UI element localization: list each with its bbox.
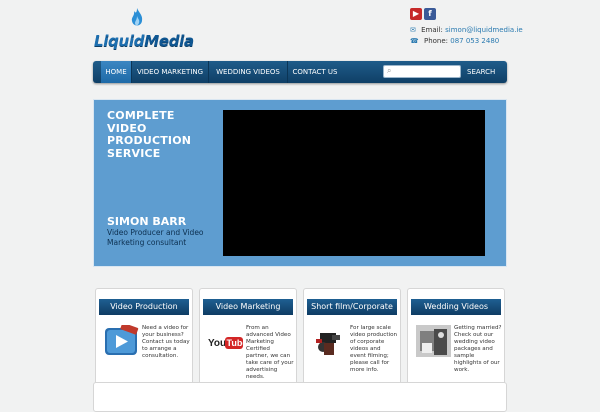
- phone-label: Phone:: [423, 37, 449, 45]
- card-description: For large scale video production of corp…: [350, 325, 398, 373]
- phone-icon: ☎: [410, 37, 419, 45]
- hero-banner: COMPLETE VIDEO PRODUCTION SERVICE SIMON …: [93, 99, 507, 267]
- card-title[interactable]: Video Marketing: [203, 299, 293, 315]
- search-button[interactable]: SEARCH: [467, 61, 495, 83]
- card-title[interactable]: Short film/Corporate: [307, 299, 397, 315]
- card-description: Need a video for your business? Contact …: [142, 325, 190, 359]
- search-icon: ⌕: [387, 66, 392, 75]
- card-title[interactable]: Wedding Videos: [411, 299, 501, 315]
- phone-value: 087 053 2480: [450, 37, 500, 45]
- phone-line: ☎ Phone: 087 053 2480: [410, 37, 499, 45]
- nav-video-marketing[interactable]: VIDEO MARKETING: [132, 61, 209, 83]
- main-nav: HOME VIDEO MARKETING WEDDING VIDEOS CONT…: [93, 61, 507, 83]
- youtube-icon[interactable]: ▶: [410, 8, 422, 20]
- video-player[interactable]: [223, 110, 485, 256]
- content-panel: [93, 382, 507, 412]
- email-link[interactable]: simon@liquidmedia.ie: [445, 26, 523, 34]
- hero-name: SIMON BARR: [107, 215, 187, 228]
- facebook-icon[interactable]: f: [424, 8, 436, 20]
- wedding-image: [416, 325, 451, 357]
- svg-text:You: You: [208, 338, 226, 349]
- card-description: Getting married? Check out our wedding v…: [454, 325, 502, 373]
- video-icon: [105, 325, 139, 355]
- svg-text:Tube: Tube: [227, 338, 244, 348]
- nav-contact-us[interactable]: CONTACT US: [288, 61, 342, 83]
- hero-subtitle: Video Producer and Video Marketing consu…: [107, 228, 204, 247]
- youtube-logo-icon: You Tube: [208, 337, 244, 349]
- nav-wedding-videos[interactable]: WEDDING VIDEOS: [209, 61, 288, 83]
- email-line: ✉ Email: simon@liquidmedia.ie: [410, 26, 523, 34]
- logo-wordmark: LiquidMedia: [94, 32, 194, 50]
- logo[interactable]: LiquidMedia: [94, 8, 194, 52]
- hero-title: COMPLETE VIDEO PRODUCTION SERVICE: [107, 109, 192, 160]
- card-title[interactable]: Video Production: [99, 299, 189, 315]
- flame-icon: [131, 8, 143, 26]
- nav-home[interactable]: HOME: [101, 61, 132, 83]
- email-label: Email:: [421, 26, 443, 34]
- card-description: From an advanced Video Marketing Certifi…: [246, 325, 294, 380]
- camera-operator-image: [312, 325, 347, 357]
- search-input[interactable]: [383, 65, 461, 78]
- mail-icon: ✉: [410, 26, 416, 34]
